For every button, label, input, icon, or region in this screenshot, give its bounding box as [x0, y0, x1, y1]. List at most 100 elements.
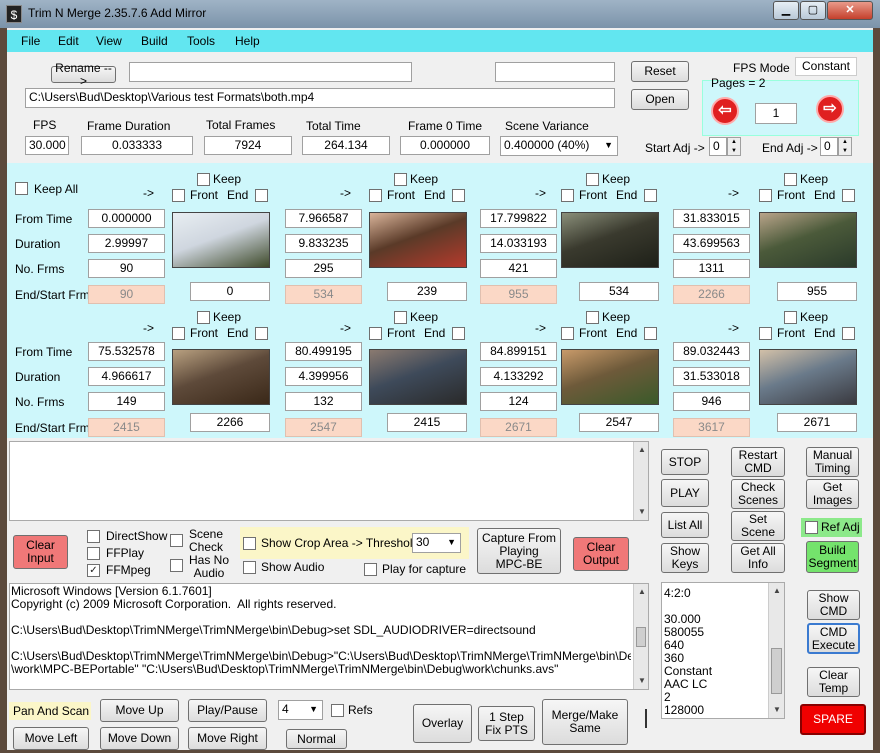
- segment-thumbnail[interactable]: [172, 212, 270, 268]
- front-checkbox[interactable]: [561, 327, 574, 340]
- move-left-button[interactable]: Move Left: [13, 727, 89, 750]
- end-checkbox[interactable]: [842, 189, 855, 202]
- scroll-up-icon[interactable]: ▲: [634, 584, 650, 600]
- build-segment-button[interactable]: Build Segment: [806, 541, 859, 573]
- start-adj-spinner[interactable]: ▲ ▼: [727, 137, 741, 156]
- show-keys-button[interactable]: Show Keys: [661, 543, 709, 573]
- from-time-input[interactable]: 17.799822: [480, 209, 557, 228]
- play-pause-button[interactable]: Play/Pause: [188, 699, 267, 722]
- segment-thumbnail[interactable]: [172, 349, 270, 405]
- no-frms-input[interactable]: 90: [88, 259, 165, 278]
- start-frame-input[interactable]: 2415: [387, 413, 467, 432]
- from-time-input[interactable]: 31.833015: [673, 209, 750, 228]
- move-right-button[interactable]: Move Right: [188, 727, 267, 750]
- fps-input[interactable]: 30.000: [25, 136, 69, 155]
- keep-checkbox[interactable]: [784, 311, 797, 324]
- clear-output-button[interactable]: Clear Output: [573, 537, 629, 571]
- cmd-execute-button[interactable]: CMD Execute: [807, 623, 860, 654]
- end-checkbox[interactable]: [452, 327, 465, 340]
- next-page-icon[interactable]: ⇨: [816, 95, 844, 123]
- from-time-input[interactable]: 7.966587: [285, 209, 362, 228]
- rename-button[interactable]: Rename -->: [51, 61, 116, 87]
- menu-help[interactable]: Help: [235, 34, 260, 48]
- info-scrollbar[interactable]: ▲ ▼: [768, 583, 784, 718]
- front-checkbox[interactable]: [759, 189, 772, 202]
- start-frame-input[interactable]: 0: [190, 282, 270, 301]
- keep-all-checkbox[interactable]: [15, 182, 28, 195]
- refs-checkbox[interactable]: [331, 704, 344, 717]
- ref-adj-checkbox[interactable]: [805, 521, 818, 534]
- check-scenes-button[interactable]: Check Scenes: [731, 479, 785, 509]
- front-checkbox[interactable]: [369, 189, 382, 202]
- scroll-thumb[interactable]: [636, 627, 646, 647]
- scroll-down-icon[interactable]: ▼: [769, 702, 785, 718]
- reset-button[interactable]: Reset: [631, 61, 689, 82]
- open-button[interactable]: Open: [631, 89, 689, 110]
- scroll-thumb[interactable]: [771, 648, 782, 694]
- end-adj-spinner[interactable]: ▲ ▼: [838, 137, 852, 156]
- start-frame-input[interactable]: 2671: [777, 413, 857, 432]
- spare-button[interactable]: SPARE: [800, 704, 866, 735]
- ffmpeg-checkbox[interactable]: ✓: [87, 564, 100, 577]
- scroll-down-icon[interactable]: ▼: [634, 504, 650, 520]
- normal-button[interactable]: Normal: [286, 729, 347, 749]
- stop-button[interactable]: STOP: [661, 449, 709, 475]
- segment-thumbnail[interactable]: [561, 212, 659, 268]
- segment-thumbnail[interactable]: [369, 349, 467, 405]
- segment-thumbnail[interactable]: [759, 212, 857, 268]
- clear-input-button[interactable]: Clear Input: [13, 535, 68, 569]
- minimize-icon[interactable]: ▁: [773, 1, 799, 20]
- keep-checkbox[interactable]: [586, 311, 599, 324]
- front-checkbox[interactable]: [759, 327, 772, 340]
- scroll-up-icon[interactable]: ▲: [769, 583, 785, 599]
- console-scrollbar[interactable]: ▲ ▼: [633, 584, 648, 689]
- menu-view[interactable]: View: [96, 34, 122, 48]
- keep-checkbox[interactable]: [197, 311, 210, 324]
- scroll-down-icon[interactable]: ▼: [634, 673, 650, 689]
- duration-input[interactable]: 31.533018: [673, 367, 750, 386]
- frame-duration-input[interactable]: 0.033333: [81, 136, 193, 155]
- file-path-input[interactable]: C:\Users\Bud\Desktop\Various test Format…: [25, 88, 615, 108]
- move-up-button[interactable]: Move Up: [100, 699, 179, 722]
- keep-checkbox[interactable]: [197, 173, 210, 186]
- duration-input[interactable]: 14.033193: [480, 234, 557, 253]
- show-crop-checkbox[interactable]: [243, 537, 256, 550]
- start-frame-input[interactable]: 534: [579, 282, 659, 301]
- end-checkbox[interactable]: [452, 189, 465, 202]
- keep-checkbox[interactable]: [394, 173, 407, 186]
- keep-checkbox[interactable]: [394, 311, 407, 324]
- output-scrollbar[interactable]: ▲ ▼: [633, 442, 648, 520]
- from-time-input[interactable]: 75.532578: [88, 342, 165, 361]
- menu-build[interactable]: Build: [141, 34, 168, 48]
- page-number-input[interactable]: 1: [755, 103, 797, 124]
- end-checkbox[interactable]: [255, 327, 268, 340]
- has-no-audio-checkbox[interactable]: [170, 559, 183, 572]
- start-frame-input[interactable]: 2547: [579, 413, 659, 432]
- capture-mpc-button[interactable]: Capture From Playing MPC-BE: [477, 528, 561, 574]
- start-adj-input[interactable]: 0: [709, 137, 727, 156]
- segment-thumbnail[interactable]: [369, 212, 467, 268]
- duration-input[interactable]: 4.966617: [88, 367, 165, 386]
- no-frms-input[interactable]: 124: [480, 392, 557, 411]
- move-down-button[interactable]: Move Down: [100, 727, 179, 750]
- no-frms-input[interactable]: 946: [673, 392, 750, 411]
- total-time-input[interactable]: 264.134: [302, 136, 390, 155]
- duration-input[interactable]: 43.699563: [673, 234, 750, 253]
- rename-secondary-input[interactable]: [495, 62, 615, 82]
- front-checkbox[interactable]: [561, 189, 574, 202]
- show-cmd-button[interactable]: Show CMD: [807, 590, 860, 620]
- manual-timing-button[interactable]: Manual Timing: [806, 447, 859, 477]
- scene-check-checkbox[interactable]: [170, 534, 183, 547]
- from-time-input[interactable]: 84.899151: [480, 342, 557, 361]
- one-step-fix-pts-button[interactable]: 1 Step Fix PTS: [478, 706, 535, 741]
- start-frame-input[interactable]: 239: [387, 282, 467, 301]
- step-select[interactable]: 4 ▼: [278, 700, 323, 720]
- front-checkbox[interactable]: [172, 189, 185, 202]
- set-scene-button[interactable]: Set Scene: [731, 511, 785, 541]
- play-capture-checkbox[interactable]: [364, 563, 377, 576]
- close-icon[interactable]: ✕: [827, 1, 873, 20]
- from-time-input[interactable]: 80.499195: [285, 342, 362, 361]
- from-time-input[interactable]: 89.032443: [673, 342, 750, 361]
- end-checkbox[interactable]: [644, 189, 657, 202]
- duration-input[interactable]: 4.133292: [480, 367, 557, 386]
